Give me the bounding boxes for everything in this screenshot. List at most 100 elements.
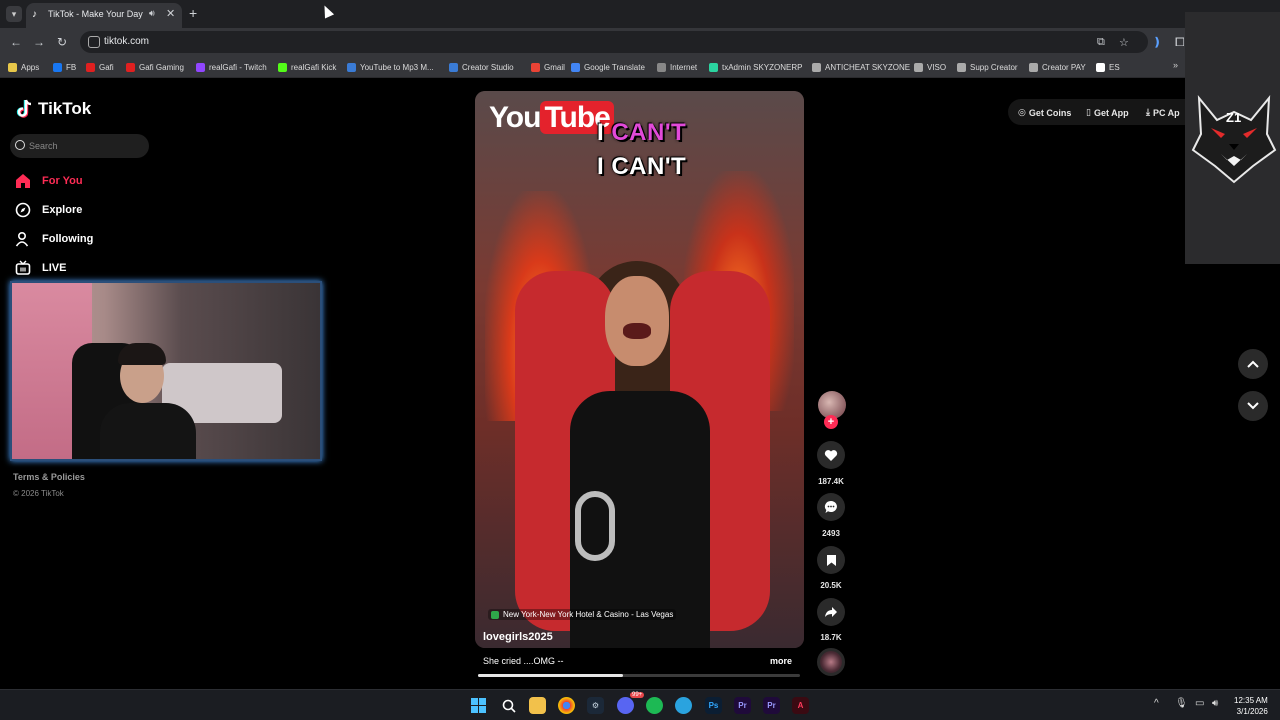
microphone-icon[interactable]: 🎙︎ bbox=[1175, 698, 1188, 709]
audio-playing-icon[interactable]: 🔊︎ bbox=[149, 8, 155, 19]
previous-video-button[interactable] bbox=[1238, 349, 1268, 379]
video-username[interactable]: lovegirls2025 bbox=[483, 631, 553, 643]
bookmark-item[interactable]: ANTICHEAT SKYZONE bbox=[812, 61, 910, 73]
pc-app-button[interactable]: ⤓ PC Ap bbox=[1146, 107, 1180, 118]
nav-explore[interactable]: Explore bbox=[14, 200, 82, 220]
user-icon bbox=[14, 230, 32, 248]
logo-text: TikTok bbox=[38, 99, 92, 118]
bookmark-favicon-icon bbox=[278, 62, 287, 72]
video-subject-mouth bbox=[623, 323, 651, 339]
tab-search-button[interactable]: ▾ bbox=[6, 6, 22, 22]
back-arrow-icon[interactable]: ← bbox=[10, 35, 22, 49]
get-app-button[interactable]: ▯ Get App bbox=[1086, 107, 1129, 118]
volume-icon[interactable]: 🔊︎ bbox=[1212, 698, 1218, 709]
more-bookmarks-icon[interactable]: » bbox=[1173, 60, 1178, 70]
bookmark-favicon-icon bbox=[86, 62, 95, 72]
next-video-button[interactable] bbox=[1238, 391, 1268, 421]
premiere-icon-2[interactable]: Pr bbox=[763, 697, 780, 714]
windows-start-icon[interactable] bbox=[470, 697, 487, 714]
nav-following[interactable]: Following bbox=[14, 229, 93, 249]
new-tab-button[interactable]: + bbox=[189, 6, 197, 20]
nav-for-you[interactable]: For You bbox=[14, 171, 83, 191]
extension-icon[interactable]: ❫ bbox=[1152, 35, 1162, 49]
share-button[interactable] bbox=[817, 598, 845, 626]
bookmark-icon bbox=[826, 554, 836, 566]
bookmark-item[interactable]: Gafi Gaming bbox=[126, 61, 184, 73]
bookmark-favicon-icon bbox=[1096, 62, 1105, 72]
chevron-down-icon bbox=[1247, 402, 1259, 410]
bookmark-star-icon[interactable]: ☆ bbox=[1119, 36, 1129, 49]
bookmark-item[interactable]: FB bbox=[53, 61, 76, 73]
stream-logo-overlay: Z1 bbox=[1185, 12, 1280, 264]
bookmark-favicon-icon bbox=[53, 62, 62, 72]
location-tag[interactable]: New York-New York Hotel & Casino - Las V… bbox=[488, 609, 677, 620]
bookmark-item[interactable]: realGafi Kick bbox=[278, 61, 336, 73]
network-icon[interactable]: ▭ bbox=[1195, 698, 1204, 709]
premiere-icon[interactable]: Pr bbox=[734, 697, 751, 714]
like-button[interactable] bbox=[817, 441, 845, 469]
forward-arrow-icon[interactable]: → bbox=[33, 35, 45, 49]
search-icon[interactable] bbox=[500, 697, 517, 714]
comment-button[interactable] bbox=[817, 493, 845, 521]
address-bar[interactable]: tiktok.com ⧉ ☆ bbox=[80, 31, 1148, 53]
bookmark-item[interactable]: VISO bbox=[914, 61, 946, 73]
bookmark-label: txAdmin SKYZONERP bbox=[722, 62, 803, 72]
music-disc-icon[interactable] bbox=[817, 648, 845, 676]
tiktok-note-icon bbox=[16, 99, 32, 118]
site-info-icon[interactable] bbox=[88, 36, 100, 48]
bookmark-item[interactable]: Gafi bbox=[86, 61, 114, 73]
bookmark-item[interactable]: Apps bbox=[8, 61, 39, 73]
bookmark-label: Creator Studio bbox=[462, 62, 514, 72]
bookmark-item[interactable]: Supp Creator bbox=[957, 61, 1018, 73]
telegram-icon[interactable] bbox=[675, 697, 692, 714]
browser-tab[interactable]: ♪ TikTok - Make Your Day 🔊︎ ✕ bbox=[26, 3, 182, 28]
save-button[interactable] bbox=[817, 546, 845, 574]
more-button[interactable]: more bbox=[770, 656, 792, 666]
file-explorer-icon[interactable] bbox=[529, 697, 546, 714]
follow-button[interactable]: + bbox=[824, 415, 838, 429]
address-url[interactable]: tiktok.com bbox=[104, 36, 149, 47]
bookmark-item[interactable]: Gmail bbox=[531, 61, 565, 73]
download-icon: ⤓ bbox=[1146, 107, 1150, 117]
show-hidden-icons[interactable]: ^ bbox=[1154, 698, 1159, 709]
discord-icon[interactable] bbox=[617, 697, 634, 714]
tab-close-icon[interactable]: ✕ bbox=[166, 7, 175, 20]
bookmark-item[interactable]: realGafi - Twitch bbox=[196, 61, 267, 73]
video-progress-bar[interactable] bbox=[478, 674, 800, 677]
bookmarks-bar: Apps FB Gafi Gafi Gaming realGafi - Twitch re… bbox=[0, 56, 1280, 78]
nav-live[interactable]: LIVE bbox=[14, 258, 66, 278]
reload-icon[interactable]: ↻ bbox=[57, 35, 67, 49]
tiktok-logo[interactable]: TikTok bbox=[16, 99, 91, 119]
bookmark-item[interactable]: Google Translate bbox=[571, 61, 645, 73]
adobe-express-icon[interactable]: A bbox=[792, 697, 809, 714]
youtube-watermark: You Tube bbox=[489, 101, 614, 135]
search-input[interactable]: Search bbox=[10, 134, 149, 158]
clock[interactable]: 12:35 AM 3/1/2026 bbox=[1234, 695, 1268, 717]
compass-icon bbox=[14, 201, 32, 219]
bookmark-item[interactable]: Internet bbox=[657, 61, 697, 73]
photoshop-icon[interactable]: Ps bbox=[705, 697, 722, 714]
terms-link[interactable]: Terms & Policies bbox=[13, 472, 85, 482]
install-app-icon[interactable]: ⧉ bbox=[1097, 36, 1105, 49]
bookmark-label: VISO bbox=[927, 62, 947, 72]
like-count: 187.4K bbox=[818, 477, 844, 486]
bookmark-label: Gafi bbox=[99, 62, 114, 72]
bookmark-favicon-icon bbox=[531, 62, 540, 72]
bookmark-item[interactable]: ES bbox=[1096, 61, 1120, 73]
steam-icon[interactable]: ⚙ bbox=[587, 697, 604, 714]
header-actions: ◎ Get Coins ▯ Get App ⤓ PC Ap bbox=[1008, 99, 1208, 125]
get-coins-button[interactable]: ◎ Get Coins bbox=[1018, 107, 1071, 118]
chrome-icon[interactable] bbox=[558, 697, 575, 714]
video-player[interactable]: You Tube I CAN'T I CAN'T New York-New Yor… bbox=[475, 91, 804, 648]
extensions-puzzle-icon[interactable]: ⧠ bbox=[1175, 35, 1185, 49]
bookmark-item[interactable]: txAdmin SKYZONERP bbox=[709, 61, 802, 73]
bookmark-label: ANTICHEAT SKYZONE bbox=[825, 62, 911, 72]
bookmark-favicon-icon bbox=[126, 62, 135, 72]
wolf-logo-icon bbox=[1191, 94, 1277, 184]
bookmark-item[interactable]: Creator Studio bbox=[449, 61, 514, 73]
bookmark-item[interactable]: Creator PAY bbox=[1029, 61, 1086, 73]
bookmark-item[interactable]: YouTube to Mp3 M... bbox=[347, 61, 434, 73]
spotify-icon[interactable] bbox=[646, 697, 663, 714]
share-icon bbox=[825, 607, 837, 617]
chevron-up-icon bbox=[1247, 360, 1259, 368]
